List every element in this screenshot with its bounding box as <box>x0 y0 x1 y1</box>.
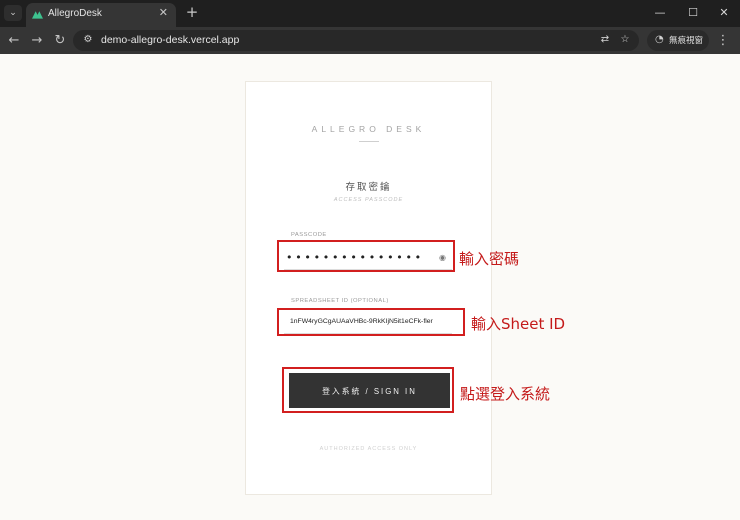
sheet-id-label: SPREADSHEET ID (OPTIONAL) <box>291 298 389 304</box>
reload-icon[interactable]: ↻ <box>51 32 69 50</box>
footer-note: AUTHORIZED ACCESS ONLY <box>319 446 418 452</box>
brand-divider <box>359 141 379 142</box>
brand-title: ALLEGRO DESK <box>311 124 426 134</box>
translate-icon[interactable]: ⇄ <box>598 33 612 47</box>
sheet-highlight-box <box>277 308 465 336</box>
address-bar[interactable]: ⚙ demo-allegro-desk.vercel.app ⇄ ☆ <box>73 30 639 51</box>
incognito-indicator[interactable]: ◔ 無痕視窗 <box>647 30 709 51</box>
forward-arrow-icon[interactable]: → <box>28 32 46 50</box>
incognito-icon: ◔ <box>655 34 664 45</box>
allegro-favicon-icon <box>32 11 43 19</box>
url-text[interactable]: demo-allegro-desk.vercel.app <box>101 34 239 46</box>
incognito-label: 無痕視窗 <box>669 36 704 46</box>
site-info-icon[interactable]: ⚙ <box>81 33 95 47</box>
signin-highlight-box <box>282 367 454 413</box>
passcode-highlight-box <box>277 240 455 272</box>
tab-close-icon[interactable]: ✕ <box>159 6 168 19</box>
browser-menu-icon[interactable]: ⋮ <box>716 32 730 50</box>
new-tab-plus-icon[interactable]: + <box>183 3 201 21</box>
tab-title: AllegroDesk <box>48 8 102 19</box>
browser-toolbar: ← → ↻ ⚙ demo-allegro-desk.vercel.app ⇄ ☆… <box>0 27 740 54</box>
login-card: ALLEGRO DESK 存取密鑰 ACCESS PASSCODE PASSCO… <box>245 81 492 495</box>
sheet-annotation: 輸入Sheet ID <box>471 315 566 333</box>
signin-annotation: 點選登入系統 <box>460 385 551 403</box>
minimize-icon[interactable]: — <box>648 4 672 22</box>
bookmark-star-icon[interactable]: ☆ <box>618 33 632 47</box>
access-subheading: ACCESS PASSCODE <box>333 197 404 203</box>
passcode-label: PASSCODE <box>291 232 327 238</box>
maximize-icon[interactable]: ☐ <box>681 4 705 22</box>
browser-tab[interactable]: AllegroDesk ✕ <box>26 3 176 27</box>
tab-bar: ⌄ AllegroDesk ✕ + — ☐ ✕ <box>0 0 740 27</box>
tab-search-chevron-icon[interactable]: ⌄ <box>4 5 22 21</box>
access-heading: 存取密鑰 <box>345 182 392 193</box>
back-arrow-icon[interactable]: ← <box>5 32 23 50</box>
close-window-icon[interactable]: ✕ <box>712 4 736 22</box>
passcode-annotation: 輸入密碼 <box>459 250 520 268</box>
